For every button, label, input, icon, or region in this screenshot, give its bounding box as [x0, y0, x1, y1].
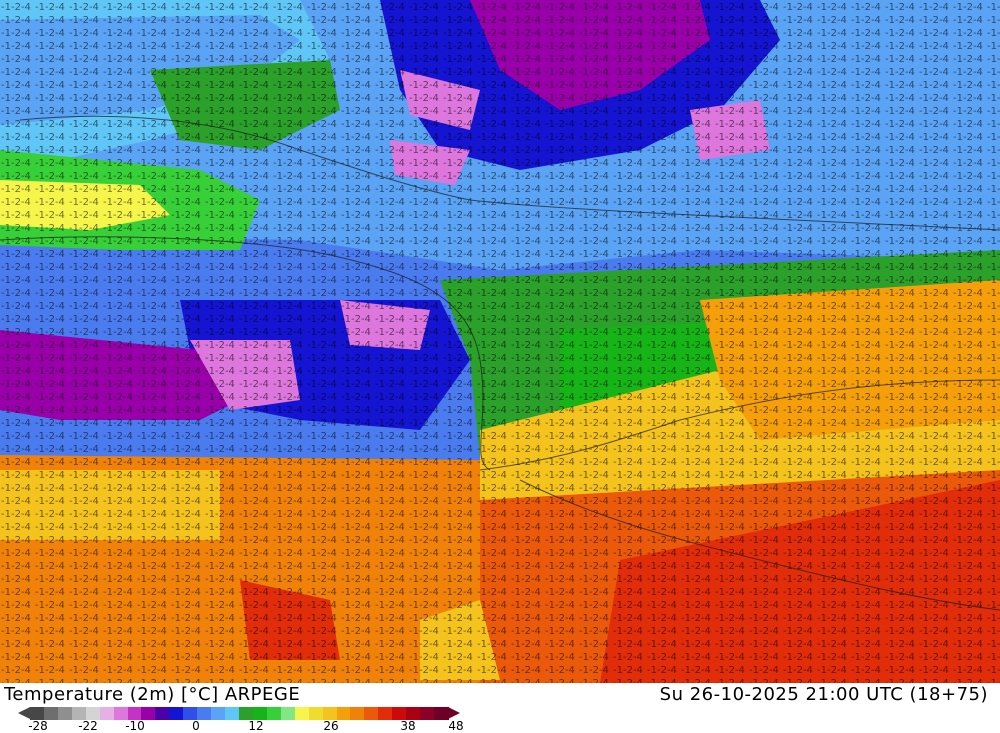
temperature-map: -1-2-4 2 3 4 [0, 0, 1000, 683]
map-datetime: Su 26-10-2025 21:00 UTC (18+75) [659, 684, 988, 705]
legend-tick: 38 [400, 719, 416, 733]
legend-left-arrow [18, 707, 30, 719]
legend-tick: -22 [78, 719, 98, 733]
title-row: Temperature (2m) [°C] ARPEGE Su 26-10-20… [0, 683, 1000, 707]
legend-tick: 48 [448, 719, 464, 733]
legend-tick: 0 [192, 719, 200, 733]
legend-right-arrow [448, 707, 460, 719]
color-legend-ticks: -28 -22 -10 0 12 26 38 48 [0, 719, 470, 733]
legend-tick: 12 [248, 719, 264, 733]
map-title: Temperature (2m) [°C] ARPEGE [4, 684, 301, 705]
legend-tick: -28 [28, 719, 48, 733]
legend-tick: 26 [323, 719, 339, 733]
legend-tick: -10 [125, 719, 145, 733]
map-footer: Temperature (2m) [°C] ARPEGE Su 26-10-20… [0, 683, 1000, 733]
